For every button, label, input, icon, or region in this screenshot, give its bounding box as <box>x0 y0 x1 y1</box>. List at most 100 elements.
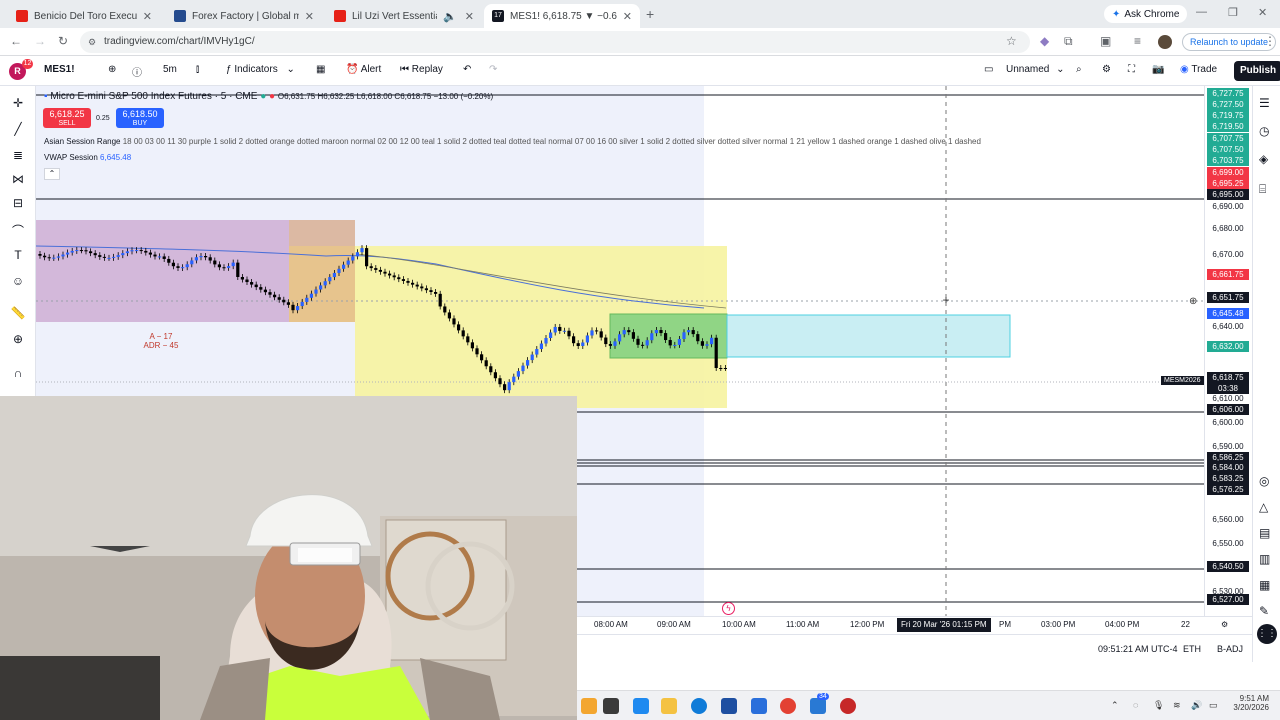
tab-search-icon[interactable]: ▣ <box>1100 34 1111 48</box>
templates-icon[interactable]: ▦ <box>316 64 325 75</box>
store-icon[interactable] <box>721 698 737 714</box>
camera-snapshot-icon[interactable]: 📷 <box>1152 64 1164 75</box>
trade-button[interactable]: ◉ Trade <box>1180 64 1217 75</box>
url-field[interactable]: ⚙ tradingview.com/chart/IMVHy1gC/ <box>80 31 1030 53</box>
speaker-icon[interactable]: 🔈 <box>443 10 457 23</box>
volume-icon[interactable]: 🔊 <box>1191 700 1202 711</box>
battery-icon[interactable]: ▭ <box>1209 700 1218 711</box>
session-toggle[interactable]: ETH <box>1183 644 1201 654</box>
price-label: 6,651.75 <box>1207 292 1249 303</box>
fib-icon[interactable]: ≣ <box>10 148 26 162</box>
zoom-in-icon[interactable]: ⊕ <box>10 332 26 346</box>
microphone-icon[interactable]: 🎙 <box>1153 700 1164 711</box>
browser-tab[interactable]: Forex Factory | Global markets ✕ <box>166 4 322 28</box>
price-label: 6,590.00 <box>1212 442 1244 451</box>
sell-button[interactable]: 6,618.25 SELL <box>43 108 91 128</box>
layout-name-button[interactable]: Unnamed ⌄ <box>1006 64 1065 75</box>
layout-icon[interactable]: ▭ <box>984 64 993 75</box>
forward-icon[interactable]: → <box>34 34 46 48</box>
adjustment-toggle[interactable]: B-ADJ <box>1217 644 1243 654</box>
interval-button[interactable]: 5m <box>163 64 177 75</box>
task-view-icon[interactable] <box>603 698 619 714</box>
app-red-icon[interactable] <box>840 698 856 714</box>
outlook-icon[interactable] <box>751 698 767 714</box>
taskbar-clock[interactable]: 9:51 AM 3/20/2026 <box>1229 694 1269 712</box>
close-window-icon[interactable]: ✕ <box>1258 6 1267 19</box>
chrome-menu-icon[interactable]: ⋮ <box>1264 34 1276 48</box>
reload-icon[interactable]: ↻ <box>58 34 68 48</box>
fullscreen-icon[interactable]: ⛶ <box>1128 64 1135 75</box>
tray-app-icon[interactable]: ◌ <box>1133 700 1138 710</box>
price-scale[interactable]: 6,727.75 6,727.50 6,719.75 6,719.50 6,707.75… <box>1204 86 1252 616</box>
search-icon[interactable]: ⌕ <box>1076 64 1082 75</box>
add-alert-plus-icon[interactable]: ⊕ <box>1189 296 1197 307</box>
target-icon[interactable]: ◎ <box>1259 474 1269 488</box>
profile-avatar[interactable] <box>1158 35 1172 49</box>
close-icon[interactable]: ✕ <box>465 10 474 23</box>
extension-icon[interactable]: ◆ <box>1040 34 1049 48</box>
icons-emoji-icon[interactable]: ☺ <box>10 274 26 288</box>
back-icon[interactable]: ← <box>10 34 22 48</box>
time-axis-settings-icon[interactable]: ⚙ <box>1221 620 1228 629</box>
replay-button[interactable]: ⏮ Replay <box>400 64 443 75</box>
chat-icon[interactable]: ⌸ <box>1259 182 1266 197</box>
browser-tab-active[interactable]: 17 MES1! 6,618.75 ▼ −0.62% Unn ✕ <box>484 4 640 28</box>
ruler-icon[interactable]: 📏 <box>10 306 26 320</box>
teams-icon[interactable] <box>810 698 826 714</box>
extensions-puzzle-icon[interactable]: ⧉ <box>1064 34 1073 49</box>
watchlist-icon[interactable]: ☰ <box>1259 96 1270 110</box>
restore-icon[interactable]: ❐ <box>1228 6 1238 19</box>
buy-button[interactable]: 6,618.50 BUY <box>116 108 164 128</box>
edge-icon[interactable] <box>691 698 707 714</box>
minimize-icon[interactable]: — <box>1196 6 1207 18</box>
compare-symbol-icon[interactable]: ⊕ <box>108 64 116 75</box>
magnet-icon[interactable]: ∩ <box>10 366 26 380</box>
file-explorer-icon[interactable] <box>661 698 677 714</box>
geometric-shapes-icon[interactable]: ⌒ <box>10 222 26 238</box>
pine-icon[interactable]: △ <box>1259 500 1268 514</box>
crosshair-icon[interactable]: ✛ <box>10 96 26 110</box>
browser-tab[interactable]: Benicio Del Toro Executes the C ✕ <box>8 4 160 28</box>
copilot-icon[interactable] <box>633 698 649 714</box>
app-icon[interactable] <box>581 698 597 714</box>
close-icon[interactable]: ✕ <box>623 10 632 23</box>
time-scale[interactable]: 08:00 AM 09:00 AM 10:00 AM 11:00 AM 12:0… <box>577 602 1252 634</box>
notes-icon[interactable]: ✎ <box>1259 604 1269 618</box>
chart-type-icon[interactable]: ⫾ <box>196 64 199 75</box>
alert-button[interactable]: ⏰ Alert <box>346 64 381 75</box>
alerts-clock-icon[interactable]: ◷ <box>1259 124 1269 138</box>
layers-icon[interactable]: ◈ <box>1259 152 1268 166</box>
redo-icon[interactable]: ↷ <box>489 64 497 75</box>
utc-clock[interactable]: 09:51:21 AM UTC-4 <box>1098 644 1178 654</box>
ask-chrome-button[interactable]: ✦ Ask Chrome <box>1104 5 1188 23</box>
text-tool-icon[interactable]: T <box>10 248 26 262</box>
apps-grid-icon[interactable]: ⋮⋮ <box>1257 624 1277 644</box>
hotlist-icon[interactable]: ▦ <box>1259 578 1270 592</box>
publish-button[interactable]: Publish <box>1234 61 1280 81</box>
undo-icon[interactable]: ↶ <box>463 64 471 75</box>
close-icon[interactable]: ✕ <box>143 10 152 23</box>
symbol-info-icon[interactable]: ⓘ <box>132 64 142 79</box>
site-info-icon[interactable]: ⚙ <box>88 31 96 53</box>
economic-event-icon[interactable]: ϟ <box>722 602 735 615</box>
wifi-icon[interactable]: ≋ <box>1173 700 1181 711</box>
data-window-icon[interactable]: ▥ <box>1259 552 1270 566</box>
media-control-icon[interactable]: ≡ <box>1134 34 1141 48</box>
tray-overflow-icon[interactable]: ⌃ <box>1111 700 1119 711</box>
indicators-button[interactable]: ƒ Indicators ⌄ <box>226 64 295 75</box>
symbol-search[interactable]: MES1! <box>44 64 75 75</box>
browser-tab[interactable]: Lil Uzi Vert Essentials - Play 🔈 ✕ <box>326 4 482 28</box>
trendline-icon[interactable]: ╱ <box>10 122 26 136</box>
bookmark-star-icon[interactable]: ☆ <box>1006 34 1017 48</box>
calendar-icon[interactable]: ▤ <box>1259 526 1270 540</box>
settings-gear-icon[interactable]: ⚙ <box>1102 64 1111 75</box>
pattern-icon[interactable]: ⋈ <box>10 172 26 186</box>
relaunch-button[interactable]: Relaunch to update <box>1182 33 1277 51</box>
vwap-indicator-legend[interactable]: VWAP Session 6,645.48 <box>44 153 131 162</box>
forecast-icon[interactable]: ⊟ <box>10 196 26 210</box>
chrome-icon[interactable] <box>780 698 796 714</box>
close-icon[interactable]: ✕ <box>305 10 314 23</box>
asian-session-indicator-legend[interactable]: Asian Session Range 18 00 03 00 11 30 pu… <box>44 137 981 146</box>
collapse-legend-icon[interactable]: ⌃ <box>44 168 60 180</box>
new-tab-button[interactable]: + <box>646 6 654 22</box>
